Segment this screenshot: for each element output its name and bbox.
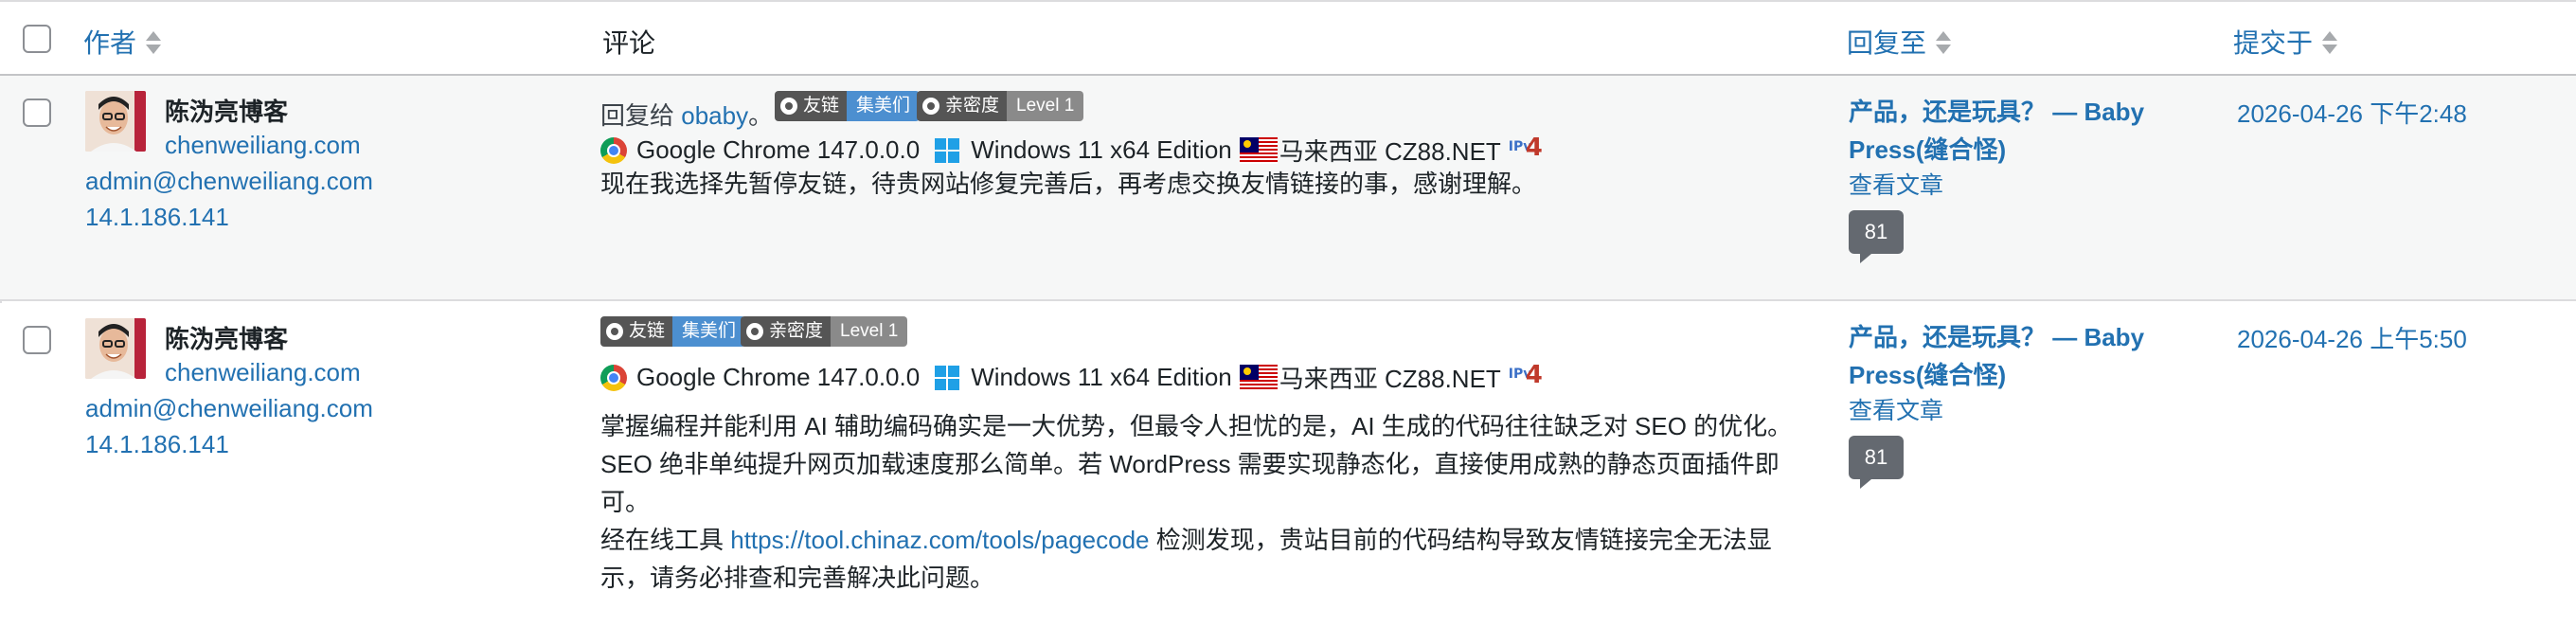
author-name: 陈沩亮博客 bbox=[165, 98, 289, 126]
row-checkbox[interactable] bbox=[23, 326, 51, 354]
badge-label: 亲密度 bbox=[769, 321, 824, 341]
ipv4-icon bbox=[1509, 134, 1543, 164]
reply-to-user-link[interactable]: obaby bbox=[681, 101, 748, 130]
sort-icon bbox=[146, 29, 162, 56]
column-author-label: 作者 bbox=[83, 28, 137, 58]
comments-table: 作者 评论 回复至 提交于 陈沩亮博客 chenweiliang.com adm… bbox=[0, 0, 2576, 627]
badge-label: 友链 bbox=[803, 96, 840, 116]
comment-line: 示，请务必排查和完善解决此问题。 bbox=[600, 564, 995, 592]
windows-icon bbox=[935, 137, 960, 163]
malaysia-flag-icon bbox=[1239, 364, 1278, 391]
author-ip-link[interactable]: 14.1.186.141 bbox=[85, 203, 229, 232]
comment-line: 掌握编程并能利用 AI 辅助编码确实是一大优势，但最令人担忧的是，AI 生成的代… bbox=[600, 412, 1793, 440]
badge-value: 集美们 bbox=[847, 91, 921, 121]
chrome-icon bbox=[600, 136, 627, 164]
view-post-link[interactable]: 查看文章 bbox=[1849, 392, 1943, 426]
sort-icon bbox=[1936, 29, 1952, 56]
friend-icon bbox=[606, 323, 623, 340]
comment-line: 现在我选择先暂停友链，待贵网站修复完善后，再考虑交换友情链接的事，感谢理解。 bbox=[600, 170, 1537, 198]
table-row: 陈沩亮博客 chenweiliang.com admin@chenweilian… bbox=[0, 303, 2576, 627]
comment-body: 现在我选择先暂停友链，待贵网站修复完善后，再考虑交换友情链接的事，感谢理解。 bbox=[600, 165, 1536, 203]
badge-value: Level 1 bbox=[1007, 91, 1084, 121]
badge-label: 亲密度 bbox=[945, 96, 1000, 116]
intimacy-badge: 亲密度 Level 1 bbox=[917, 91, 1084, 121]
friend-link-badge: 友链 集美们 bbox=[775, 91, 921, 121]
user-agent-line: Google Chrome 147.0.0.0 Windows 11 x64 E… bbox=[600, 133, 1543, 168]
browser-text: Google Chrome 147.0.0.0 bbox=[636, 363, 921, 391]
post-title-line: 产品，还是玩具？ — Baby bbox=[1849, 323, 2145, 351]
intimacy-icon bbox=[746, 323, 763, 340]
column-date[interactable]: 提交于 bbox=[2233, 23, 2338, 61]
column-response-label: 回复至 bbox=[1847, 28, 1927, 58]
row-checkbox[interactable] bbox=[23, 99, 51, 127]
reply-to-line: 回复给 obaby。 bbox=[600, 97, 773, 132]
author-email-link[interactable]: admin@chenweiliang.com bbox=[85, 394, 373, 423]
windows-icon bbox=[935, 365, 960, 390]
author-site-link[interactable]: chenweiliang.com bbox=[165, 131, 361, 160]
submitted-date-link[interactable]: 2026-04-26 下午2:48 bbox=[2237, 95, 2467, 130]
tool-url-link[interactable]: https://tool.chinaz.com/tools/pagecode bbox=[730, 526, 1149, 554]
sort-icon bbox=[2322, 29, 2338, 56]
os-text: Windows 11 x64 Edition bbox=[971, 363, 1232, 391]
chrome-icon bbox=[600, 364, 627, 391]
ipv4-icon bbox=[1509, 361, 1543, 391]
post-title-line: 产品，还是玩具？ — Baby bbox=[1849, 98, 2145, 126]
friend-icon bbox=[780, 98, 797, 115]
post-title-line: Press(缝合怪) bbox=[1849, 361, 2007, 389]
reply-prefix: 回复给 bbox=[600, 101, 675, 130]
view-post-link[interactable]: 查看文章 bbox=[1849, 167, 1943, 201]
column-author[interactable]: 作者 bbox=[83, 23, 162, 61]
intimacy-icon bbox=[922, 98, 939, 115]
author-email-link[interactable]: admin@chenweiliang.com bbox=[85, 167, 373, 196]
user-agent-line: Google Chrome 147.0.0.0 Windows 11 x64 E… bbox=[600, 360, 1543, 395]
comment-count-bubble[interactable]: 81 bbox=[1849, 210, 1904, 263]
avatar bbox=[85, 318, 146, 379]
column-date-label: 提交于 bbox=[2233, 28, 2314, 58]
friend-link-badge: 友链 集美们 bbox=[600, 316, 746, 347]
location-text: 马来西亚 CZ88.NET bbox=[1279, 137, 1501, 166]
malaysia-flag-icon bbox=[1239, 136, 1278, 164]
tool-prefix: 经在线工具 bbox=[600, 526, 724, 554]
browser-text: Google Chrome 147.0.0.0 bbox=[636, 135, 921, 164]
column-response[interactable]: 回复至 bbox=[1847, 23, 1952, 61]
comment-line: SEO 绝非单纯提升网页加载速度那么简单。若 WordPress 需要实现静态化… bbox=[600, 450, 1780, 478]
column-comment-label: 评论 bbox=[602, 28, 656, 58]
badge-label: 友链 bbox=[629, 321, 666, 341]
badge-value: 集美们 bbox=[672, 316, 746, 347]
badge-value: Level 1 bbox=[831, 316, 908, 347]
location-text: 马来西亚 CZ88.NET bbox=[1279, 365, 1501, 393]
tool-suffix: 检测发现，贵站目前的代码结构导致友情链接完全无法显 bbox=[1155, 526, 1772, 554]
select-all-checkbox[interactable] bbox=[23, 25, 51, 53]
column-comment: 评论 bbox=[602, 23, 655, 61]
post-title-line: Press(缝合怪) bbox=[1849, 135, 2007, 164]
table-header: 作者 评论 回复至 提交于 bbox=[0, 2, 2576, 76]
comment-body: 掌握编程并能利用 AI 辅助编码确实是一大优势，但最令人担忧的是，AI 生成的代… bbox=[600, 407, 1792, 597]
response-post-link[interactable]: 产品，还是玩具？ — Baby Press(缝合怪) bbox=[1849, 318, 2144, 394]
author-name: 陈沩亮博客 bbox=[165, 325, 289, 353]
reply-suffix: 。 bbox=[748, 101, 774, 130]
submitted-date-link[interactable]: 2026-04-26 上午5:50 bbox=[2237, 320, 2467, 355]
table-row: 陈沩亮博客 chenweiliang.com admin@chenweilian… bbox=[0, 76, 2576, 301]
intimacy-badge: 亲密度 Level 1 bbox=[741, 316, 908, 347]
response-post-link[interactable]: 产品，还是玩具？ — Baby Press(缝合怪) bbox=[1849, 93, 2144, 169]
author-ip-link[interactable]: 14.1.186.141 bbox=[85, 430, 229, 459]
os-text: Windows 11 x64 Edition bbox=[971, 135, 1232, 164]
comment-line: 经在线工具 https://tool.chinaz.com/tools/page… bbox=[600, 521, 1792, 559]
author-site-link[interactable]: chenweiliang.com bbox=[165, 358, 361, 387]
avatar bbox=[85, 91, 146, 152]
comment-line: 可。 bbox=[600, 488, 651, 516]
comment-count-bubble[interactable]: 81 bbox=[1849, 436, 1904, 489]
